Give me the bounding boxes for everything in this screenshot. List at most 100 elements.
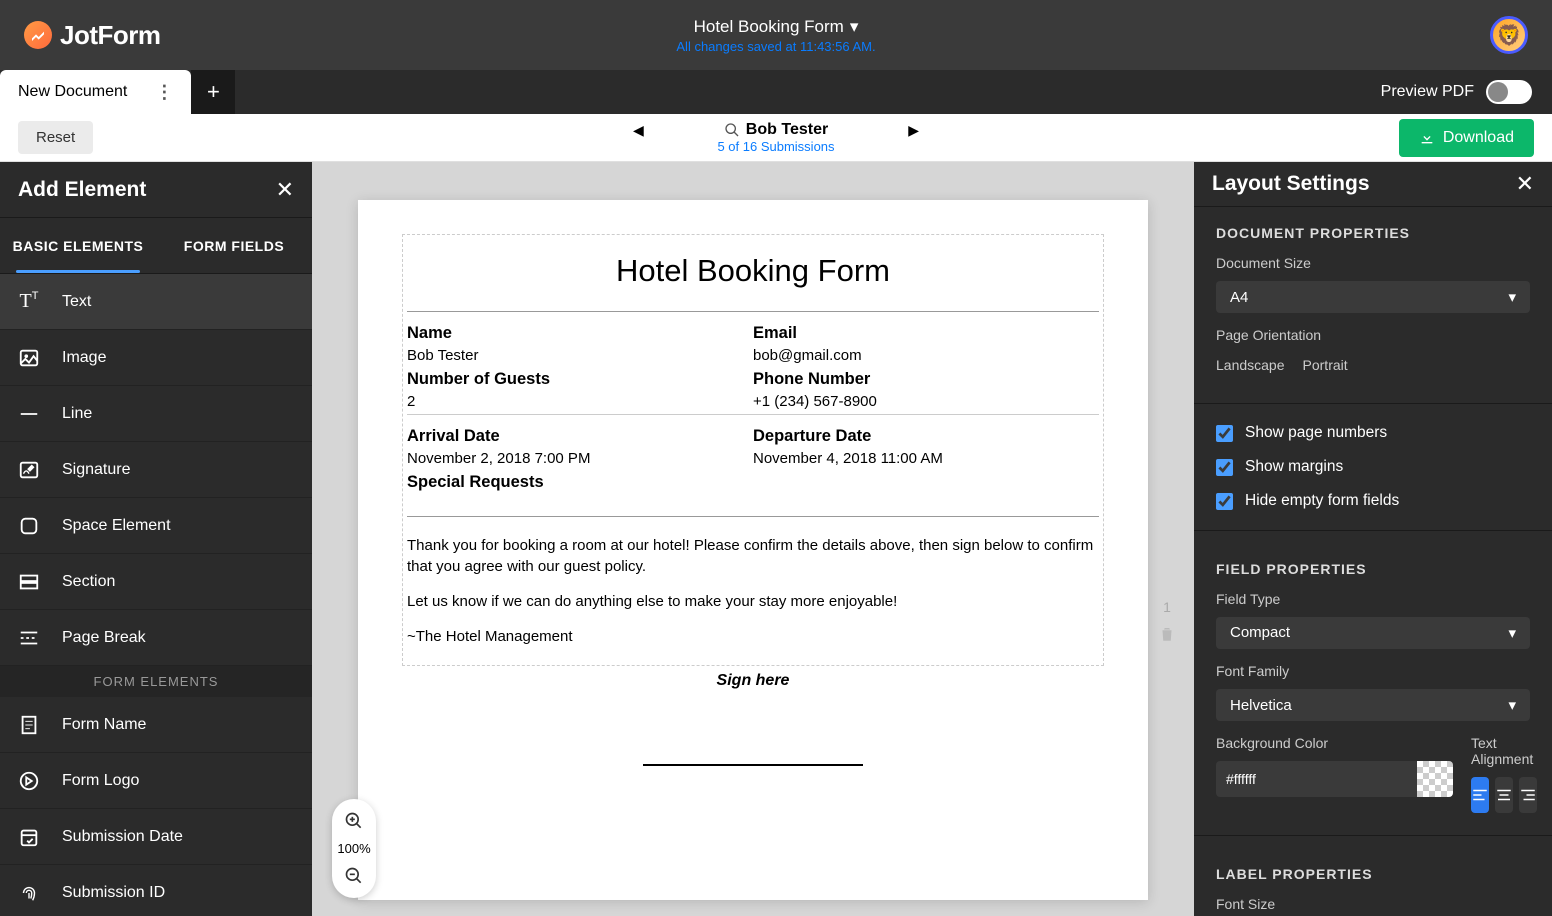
pdf-page[interactable]: Hotel Booking Form NameBob Tester Number…	[358, 200, 1148, 900]
doc-title: Hotel Booking Form	[407, 253, 1099, 289]
arrival-value: November 2, 2018 7:00 PM	[407, 450, 753, 467]
orient-portrait[interactable]: Portrait	[1303, 357, 1348, 373]
zoom-value: 100%	[337, 841, 370, 856]
page-number: 1	[1163, 599, 1171, 615]
element-submission-id[interactable]: Submission ID	[0, 865, 312, 916]
preview-toggle[interactable]	[1486, 80, 1532, 104]
check-hide-empty[interactable]: Hide empty form fields	[1194, 484, 1552, 518]
element-page-break[interactable]: Page Break	[0, 610, 312, 666]
field-type-select[interactable]: Compact▾	[1216, 617, 1530, 649]
element-text[interactable]: TTText	[0, 274, 312, 330]
left-sidebar: Add Element ✕ BASIC ELEMENTS FORM FIELDS…	[0, 162, 312, 916]
top-bar: JotForm Hotel Booking Form ▾ All changes…	[0, 0, 1552, 70]
chevron-down-icon: ▾	[1508, 696, 1516, 714]
chevron-down-icon: ▾	[1508, 288, 1516, 306]
orient-landscape[interactable]: Landscape	[1216, 357, 1285, 373]
trash-icon[interactable]	[1158, 625, 1176, 643]
document-tab-bar: New Document ⋮ + Preview PDF	[0, 70, 1552, 114]
message-block: Thank you for booking a room at our hote…	[407, 516, 1099, 647]
name-value: Bob Tester	[407, 347, 753, 364]
align-right-button[interactable]	[1519, 777, 1537, 813]
add-tab-button[interactable]: +	[191, 70, 235, 114]
element-line[interactable]: Line	[0, 386, 312, 442]
page-break-icon	[14, 627, 44, 649]
email-value: bob@gmail.com	[753, 347, 1099, 364]
field-type-label: Field Type	[1194, 587, 1552, 611]
bg-color-label: Background Color	[1216, 731, 1453, 755]
sign-here-label: Sign here	[402, 672, 1104, 690]
chevron-down-icon: ▾	[1508, 624, 1516, 642]
check-page-numbers[interactable]: Show page numbers	[1194, 416, 1552, 450]
section-icon	[14, 571, 44, 593]
preview-label: Preview PDF	[1381, 83, 1474, 101]
close-icon[interactable]: ✕	[1516, 171, 1534, 197]
form-title-area: Hotel Booking Form ▾ All changes saved a…	[676, 17, 875, 54]
next-arrow-icon[interactable]: ▶	[908, 122, 919, 139]
form-title[interactable]: Hotel Booking Form ▾	[676, 17, 875, 37]
align-buttons	[1471, 777, 1537, 813]
line-icon	[14, 403, 44, 425]
element-section[interactable]: Section	[0, 554, 312, 610]
tester-name[interactable]: Bob Tester	[724, 121, 828, 139]
form-title-text: Hotel Booking Form	[694, 17, 844, 37]
align-center-button[interactable]	[1495, 777, 1513, 813]
align-left-button[interactable]	[1471, 777, 1489, 813]
element-signature[interactable]: Signature	[0, 442, 312, 498]
right-panel-header: Layout Settings ✕	[1194, 162, 1552, 207]
fingerprint-icon	[14, 882, 44, 904]
tab-new-document[interactable]: New Document ⋮	[0, 70, 191, 114]
form-elements-divider: FORM ELEMENTS	[0, 666, 312, 697]
left-panel-header: Add Element ✕	[0, 162, 312, 218]
element-form-logo[interactable]: Form Logo	[0, 753, 312, 809]
email-label: Email	[753, 324, 1099, 343]
signature-line[interactable]	[643, 764, 863, 766]
logo[interactable]: JotForm	[24, 20, 161, 51]
element-submission-date[interactable]: Submission Date	[0, 809, 312, 865]
zoom-out-icon[interactable]	[344, 866, 364, 886]
tab-basic-elements[interactable]: BASIC ELEMENTS	[0, 218, 156, 273]
label-props-title: LABEL PROPERTIES	[1194, 848, 1552, 892]
main-area: Add Element ✕ BASIC ELEMENTS FORM FIELDS…	[0, 162, 1552, 916]
close-icon[interactable]: ✕	[276, 177, 294, 203]
bg-color-input[interactable]	[1216, 761, 1453, 797]
element-image[interactable]: Image	[0, 330, 312, 386]
font-family-select[interactable]: Helvetica▾	[1216, 689, 1530, 721]
user-avatar[interactable]: 🦁	[1490, 16, 1528, 54]
image-icon	[14, 347, 44, 369]
msg-sig: ~The Hotel Management	[407, 626, 1099, 647]
arrival-label: Arrival Date	[407, 427, 753, 446]
page-indicator: 1	[1158, 599, 1176, 643]
element-form-name[interactable]: Form Name	[0, 697, 312, 753]
zoom-in-icon[interactable]	[344, 811, 364, 831]
msg-p2: Let us know if we can do anything else t…	[407, 591, 1099, 612]
phone-value: +1 (234) 567-8900	[753, 393, 1099, 410]
left-panel-title: Add Element	[18, 178, 146, 202]
action-bar: Reset ◀ Bob Tester ▶ 5 of 16 Submissions…	[0, 114, 1552, 162]
guests-label: Number of Guests	[407, 370, 753, 389]
element-tabs: BASIC ELEMENTS FORM FIELDS	[0, 218, 312, 274]
doc-props-title: DOCUMENT PROPERTIES	[1194, 207, 1552, 251]
form-name-icon	[14, 714, 44, 736]
brand-text: JotForm	[60, 20, 161, 51]
doc-size-select[interactable]: A4▾	[1216, 281, 1530, 313]
bg-color-field[interactable]	[1216, 761, 1417, 797]
tab-more-icon[interactable]: ⋮	[155, 82, 173, 103]
download-button[interactable]: Download	[1399, 119, 1534, 157]
tester-name-text: Bob Tester	[746, 121, 828, 139]
tab-label: New Document	[18, 83, 127, 101]
submission-count: 5 of 16 Submissions	[717, 139, 834, 154]
reset-button[interactable]: Reset	[18, 121, 93, 154]
check-margins[interactable]: Show margins	[1194, 450, 1552, 484]
departure-label: Departure Date	[753, 427, 1099, 446]
search-icon	[724, 122, 740, 138]
element-space[interactable]: Space Element	[0, 498, 312, 554]
canvas[interactable]: Hotel Booking Form NameBob Tester Number…	[312, 162, 1194, 916]
prev-arrow-icon[interactable]: ◀	[633, 122, 644, 139]
font-size-label: Font Size	[1194, 892, 1552, 916]
doc-size-label: Document Size	[1194, 251, 1552, 275]
right-sidebar: Layout Settings ✕ DOCUMENT PROPERTIES Do…	[1194, 162, 1552, 916]
color-swatch[interactable]	[1417, 761, 1453, 797]
msg-p1: Thank you for booking a room at our hote…	[407, 535, 1099, 577]
tab-form-fields[interactable]: FORM FIELDS	[156, 218, 312, 273]
space-icon	[14, 515, 44, 537]
